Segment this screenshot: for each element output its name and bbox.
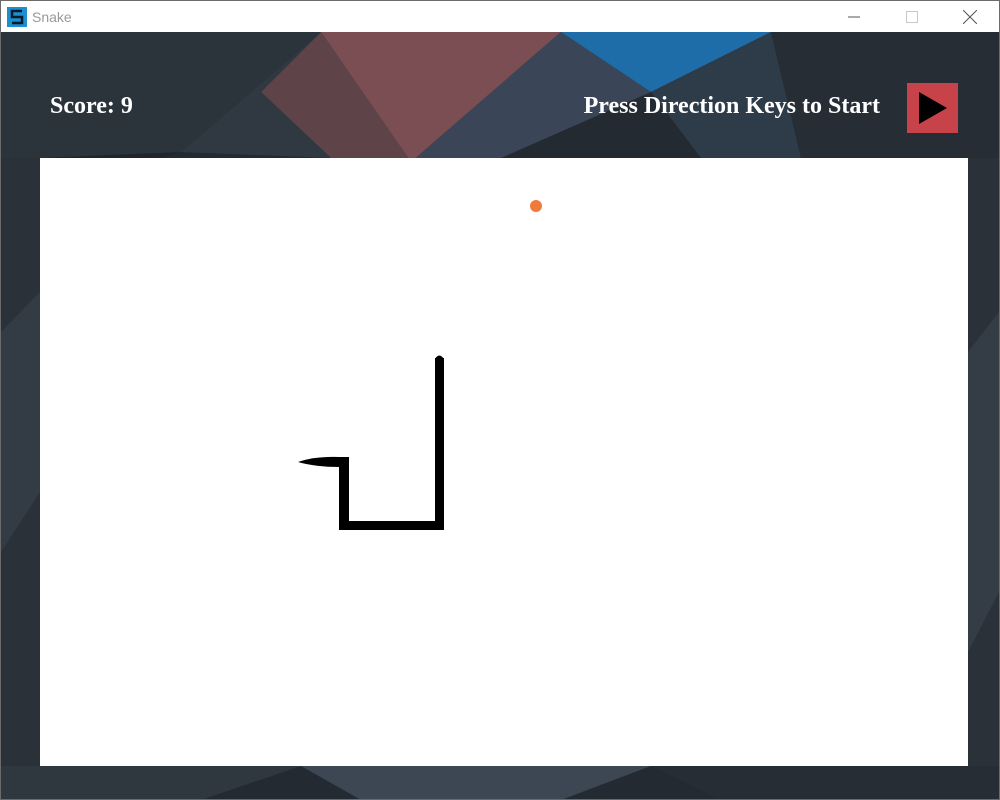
title-bar[interactable]: Snake: [1, 1, 999, 32]
close-icon: [963, 9, 977, 24]
board-canvas: [298, 200, 542, 530]
window-controls: [825, 1, 999, 32]
snake-app-icon: [7, 6, 27, 27]
play-icon: [918, 92, 947, 124]
maximize-button[interactable]: [883, 1, 941, 32]
minimize-button[interactable]: [825, 1, 883, 32]
snake-segment: [435, 358, 444, 530]
snake-segment: [339, 457, 349, 530]
start-prompt: Press Direction Keys to Start: [583, 93, 880, 119]
snake: [298, 355, 444, 530]
score-label: Score: 9: [50, 93, 133, 119]
game-board[interactable]: [40, 158, 968, 766]
snake-segment: [339, 521, 444, 530]
game-window: Snake Score: 9 Press Direction Keys to S…: [0, 0, 1000, 800]
window-title: Snake: [32, 8, 72, 25]
snake-tail: [298, 456, 340, 467]
food-pellet: [530, 200, 542, 212]
close-button[interactable]: [941, 1, 999, 32]
play-button[interactable]: [907, 83, 958, 133]
maximize-icon: [906, 10, 918, 23]
minimize-icon: [848, 16, 860, 17]
snake-head: [435, 355, 444, 359]
